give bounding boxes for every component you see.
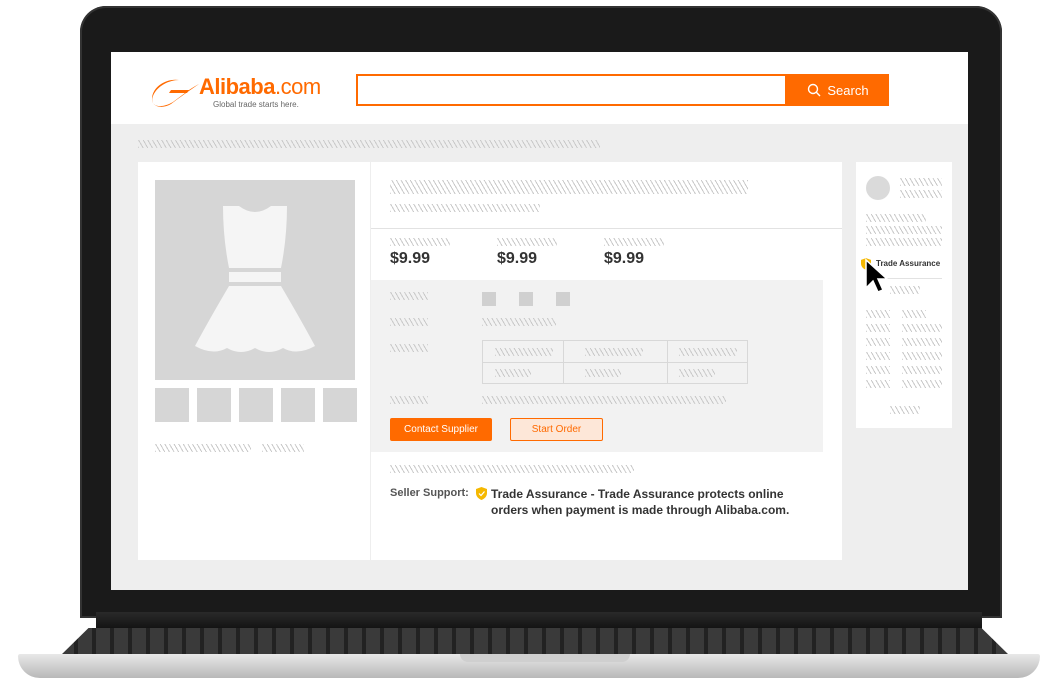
supplier-stat-placeholder bbox=[890, 286, 920, 294]
breadcrumb-placeholder bbox=[138, 140, 600, 148]
seller-info-placeholder bbox=[390, 465, 634, 473]
supplier-info-placeholder bbox=[866, 226, 942, 234]
laptop-keyboard bbox=[60, 628, 1010, 656]
laptop-hinge bbox=[96, 612, 982, 630]
search-icon bbox=[808, 83, 821, 97]
trade-assurance-description: Trade Assurance - Trade Assurance protec… bbox=[491, 487, 790, 517]
supplier-stat-placeholder bbox=[866, 324, 890, 332]
price-tier-label bbox=[390, 238, 450, 246]
logo-wordmark: Alibaba.com bbox=[199, 74, 321, 99]
tier-cell bbox=[585, 348, 643, 356]
gallery-caption-placeholder bbox=[155, 444, 251, 452]
logo-tagline: Global trade starts here. bbox=[213, 100, 299, 109]
supplier-stat-placeholder bbox=[902, 366, 942, 374]
quantity-tier-table bbox=[482, 340, 748, 384]
option-label bbox=[390, 344, 428, 352]
supplier-sidebar: Trade Assurance bbox=[856, 162, 952, 428]
price-tier-label bbox=[497, 238, 557, 246]
product-gallery bbox=[138, 162, 370, 560]
alibaba-logo-icon bbox=[151, 79, 199, 107]
thumbnail[interactable] bbox=[281, 388, 315, 422]
price-value: $9.99 bbox=[604, 250, 645, 267]
option-value bbox=[482, 318, 556, 326]
supplier-stat-placeholder bbox=[866, 310, 890, 318]
product-details: $9.99 $9.99 $9.99 Contact Supplier Start… bbox=[371, 162, 842, 560]
alibaba-logo[interactable]: Alibaba.com Global trade starts here. bbox=[149, 74, 339, 114]
search-input[interactable] bbox=[356, 74, 787, 106]
laptop-screen: Alibaba.com Global trade starts here. Se… bbox=[111, 52, 968, 590]
option-value bbox=[482, 396, 726, 404]
title-divider bbox=[371, 228, 842, 229]
supplier-stat-placeholder bbox=[902, 310, 926, 318]
shield-icon bbox=[476, 487, 487, 500]
supplier-name-placeholder bbox=[900, 178, 942, 186]
gallery-caption-placeholder bbox=[262, 444, 304, 452]
thumbnail[interactable] bbox=[239, 388, 273, 422]
thumbnail-strip bbox=[155, 388, 357, 422]
supplier-info-placeholder bbox=[866, 238, 942, 246]
product-options: Contact Supplier Start Order bbox=[371, 280, 823, 452]
thumbnail[interactable] bbox=[155, 388, 189, 422]
tier-cell bbox=[585, 369, 621, 377]
option-label bbox=[390, 396, 428, 404]
supplier-stat-placeholder bbox=[866, 380, 890, 388]
tier-cell bbox=[495, 348, 553, 356]
color-swatch[interactable] bbox=[556, 292, 570, 306]
contact-supplier-button[interactable]: Contact Supplier bbox=[390, 418, 492, 441]
supplier-stat-placeholder bbox=[866, 338, 890, 346]
supplier-stat-placeholder bbox=[902, 338, 942, 346]
supplier-avatar[interactable] bbox=[866, 176, 890, 200]
supplier-stat-placeholder bbox=[902, 380, 942, 388]
laptop-notch bbox=[460, 654, 630, 662]
site-header: Alibaba.com Global trade starts here. Se… bbox=[111, 52, 968, 124]
product-title-placeholder bbox=[390, 180, 748, 194]
color-swatch[interactable] bbox=[519, 292, 533, 306]
search-button[interactable]: Search bbox=[787, 74, 889, 106]
start-order-button[interactable]: Start Order bbox=[510, 418, 603, 441]
supplier-stat-placeholder bbox=[866, 352, 890, 360]
color-swatch[interactable] bbox=[482, 292, 496, 306]
dress-icon bbox=[195, 206, 315, 352]
thumbnail[interactable] bbox=[197, 388, 231, 422]
price-tier-label bbox=[604, 238, 664, 246]
tier-cell bbox=[679, 348, 737, 356]
supplier-stat-placeholder bbox=[902, 352, 942, 360]
supplier-name-placeholder bbox=[900, 190, 942, 198]
product-main-image[interactable] bbox=[155, 180, 355, 380]
search-button-label: Search bbox=[827, 82, 869, 98]
tier-cell bbox=[495, 369, 531, 377]
price-value: $9.99 bbox=[497, 250, 538, 267]
thumbnail[interactable] bbox=[323, 388, 357, 422]
option-label bbox=[390, 292, 428, 300]
price-value: $9.99 bbox=[390, 250, 431, 267]
product-subtitle-placeholder bbox=[390, 204, 540, 212]
supplier-info-placeholder bbox=[866, 214, 926, 222]
supplier-stat-placeholder bbox=[890, 406, 920, 414]
supplier-stat-placeholder bbox=[902, 324, 942, 332]
seller-support-label: Seller Support: bbox=[390, 487, 469, 499]
supplier-stat-placeholder bbox=[866, 366, 890, 374]
cursor-arrow-icon bbox=[865, 258, 889, 293]
tier-divider bbox=[483, 362, 747, 363]
tier-cell bbox=[679, 369, 715, 377]
option-label bbox=[390, 318, 428, 326]
